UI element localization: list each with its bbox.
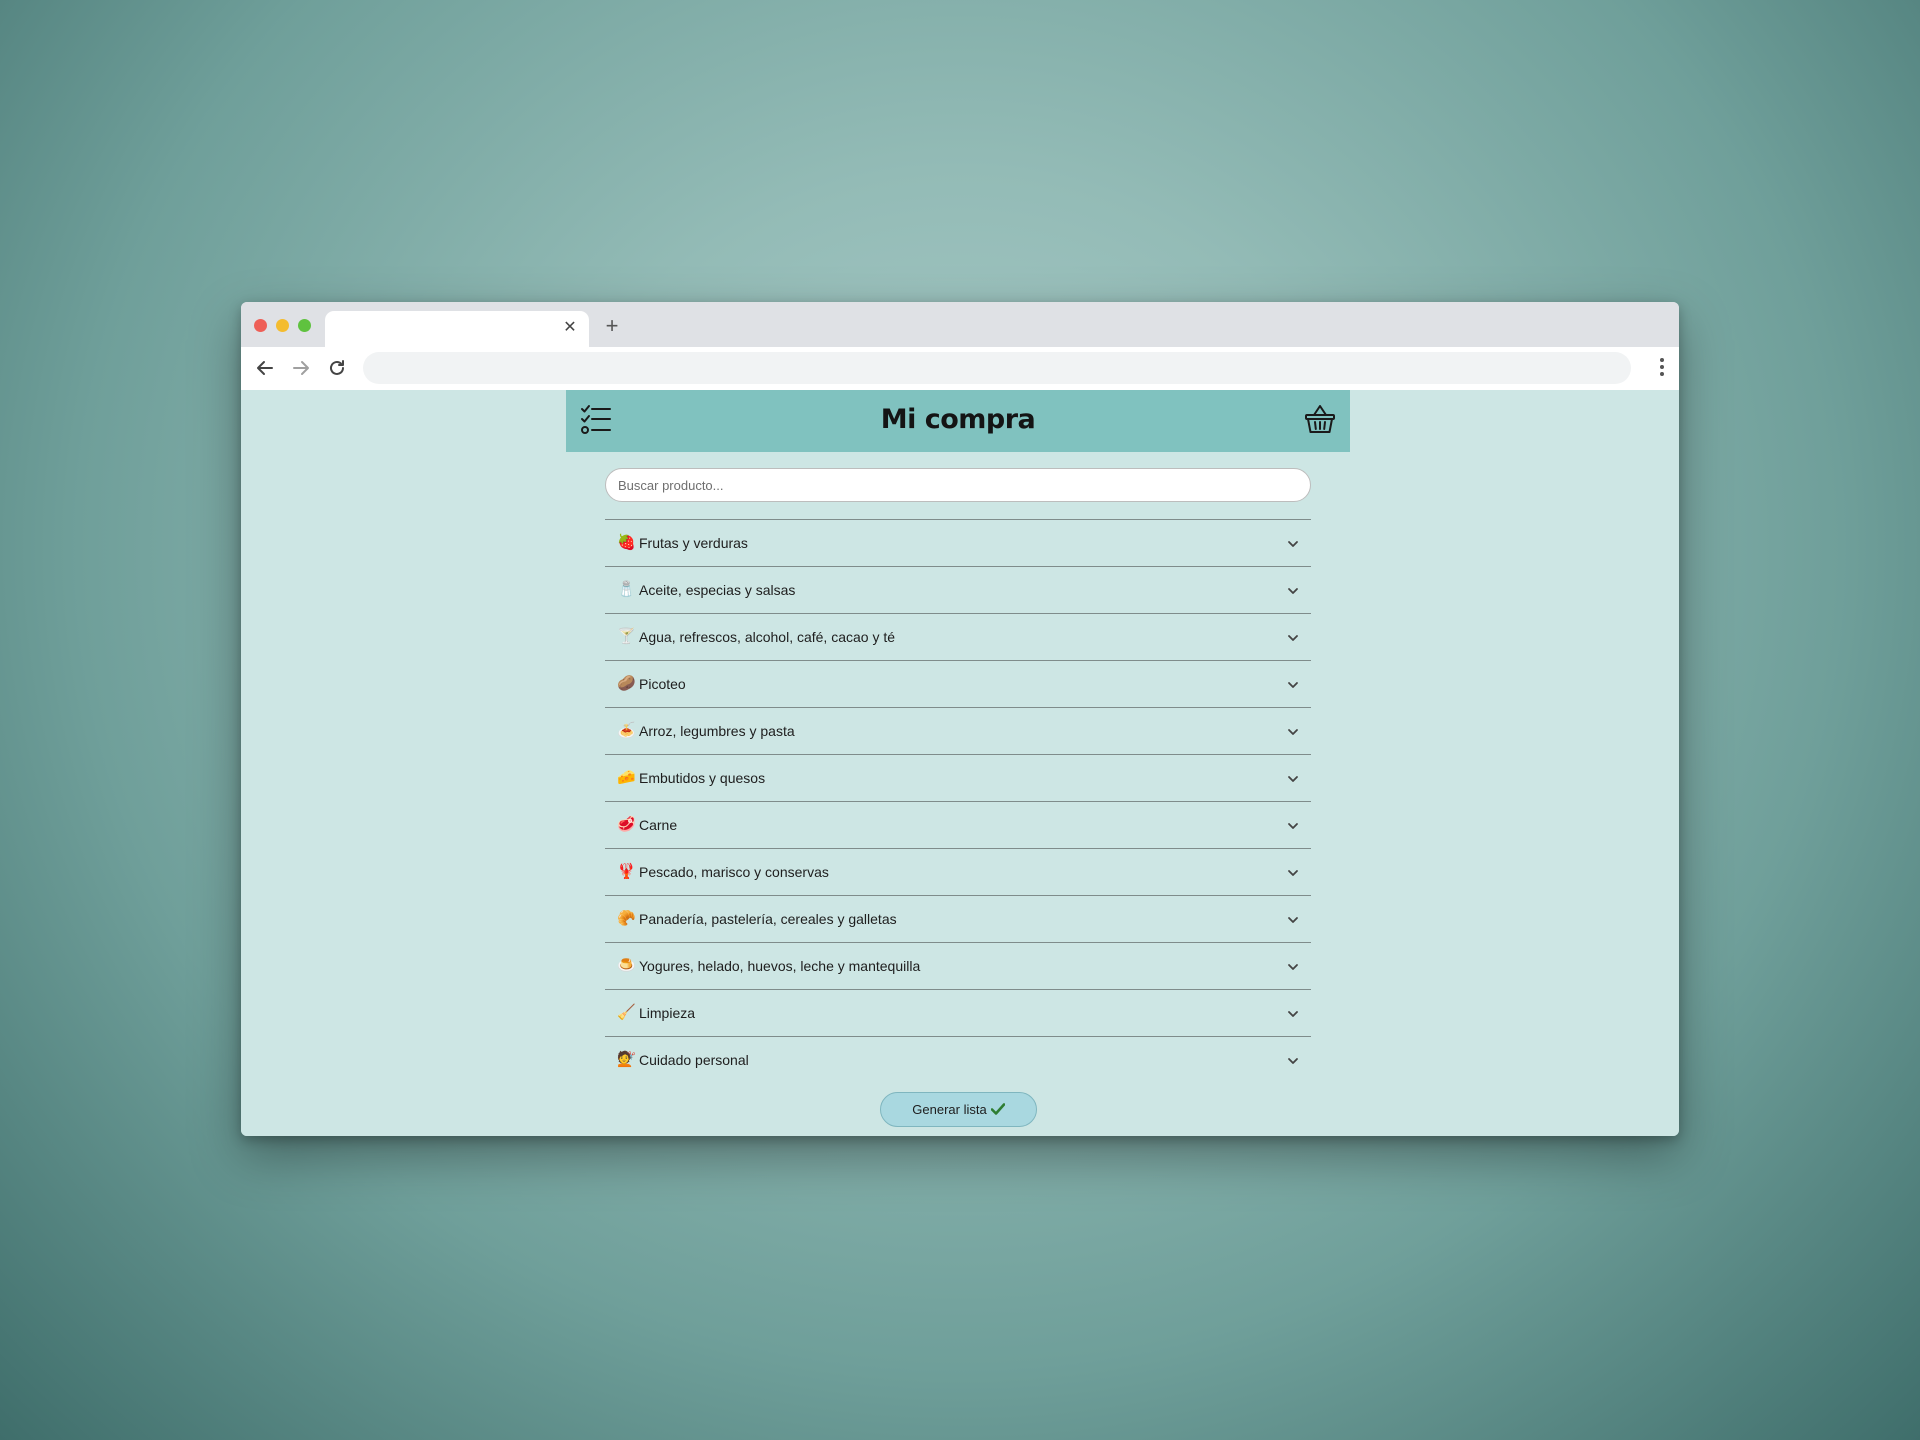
chevron-down-icon[interactable] xyxy=(1287,584,1299,596)
category-icon: 🍮 xyxy=(617,957,636,974)
category-row[interactable]: 🍓 Frutas y verduras xyxy=(605,519,1311,566)
category-row[interactable]: 🧂 Aceite, especias y salsas xyxy=(605,566,1311,613)
chevron-down-icon[interactable] xyxy=(1287,772,1299,784)
category-icon: 🍝 xyxy=(617,722,636,739)
category-label: Yogures, helado, huevos, leche y mantequ… xyxy=(639,958,921,974)
check-icon xyxy=(990,1094,1006,1115)
tab-close-icon[interactable]: ✕ xyxy=(561,319,579,337)
category-row[interactable]: 🥐 Panadería, pastelería, cereales y galle… xyxy=(605,895,1311,942)
category-row[interactable]: 🥔 Picoteo xyxy=(605,660,1311,707)
reload-icon[interactable] xyxy=(326,357,348,379)
page-viewport: Mi compra 🍓Frutas y verduras🧂Aceite, esp… xyxy=(241,390,1679,1136)
chevron-down-icon[interactable] xyxy=(1287,537,1299,549)
generate-list-label: Generar lista xyxy=(912,1102,987,1117)
category-icon: 🍓 xyxy=(617,534,636,551)
category-icon: 🥔 xyxy=(617,675,636,692)
category-label: Limpieza xyxy=(639,1005,696,1021)
chevron-down-icon[interactable] xyxy=(1287,631,1299,643)
category-row[interactable]: 🥩 Carne xyxy=(605,801,1311,848)
category-row[interactable]: 🍝 Arroz, legumbres y pasta xyxy=(605,707,1311,754)
category-icon: 🧀 xyxy=(617,769,636,786)
chevron-down-icon[interactable] xyxy=(1287,725,1299,737)
category-icon: 🧂 xyxy=(617,581,636,598)
new-tab-button[interactable]: + xyxy=(601,315,623,337)
generate-list-button[interactable]: Generar lista xyxy=(880,1092,1037,1127)
category-label: Pescado, marisco y conservas xyxy=(639,864,829,880)
basket-icon[interactable] xyxy=(1304,403,1336,435)
category-label: Arroz, legumbres y pasta xyxy=(639,723,795,739)
chevron-down-icon[interactable] xyxy=(1287,1007,1299,1019)
category-label: Agua, refrescos, alcohol, café, cacao y … xyxy=(639,629,896,645)
category-row[interactable]: 🦞 Pescado, marisco y conservas xyxy=(605,848,1311,895)
category-list: 🍓 Frutas y verduras 🧂 Aceite, especias y sa… xyxy=(605,519,1311,1083)
chevron-down-icon[interactable] xyxy=(1287,819,1299,831)
app-header: Mi compra xyxy=(566,390,1350,452)
chevron-down-icon[interactable] xyxy=(1287,678,1299,690)
close-window-button[interactable] xyxy=(254,319,267,332)
search-input[interactable] xyxy=(605,468,1311,502)
chevron-down-icon[interactable] xyxy=(1287,1054,1299,1066)
minimize-window-button[interactable] xyxy=(276,319,289,332)
category-icon: 🥩 xyxy=(617,816,636,833)
category-label: Panadería, pastelería, cereales y gallet… xyxy=(639,911,897,927)
category-row[interactable]: 💇 Cuidado personal xyxy=(605,1036,1311,1083)
category-label: Cuidado personal xyxy=(639,1052,749,1068)
category-label: Embutidos y quesos xyxy=(639,770,766,786)
page-title: Mi compra xyxy=(880,404,1036,435)
category-label: Picoteo xyxy=(639,676,686,692)
chevron-down-icon[interactable] xyxy=(1287,913,1299,925)
category-icon: 💇 xyxy=(617,1051,636,1068)
forward-arrow-icon[interactable] xyxy=(290,357,312,379)
chevron-down-icon[interactable] xyxy=(1287,960,1299,972)
more-menu-icon[interactable] xyxy=(1659,358,1665,378)
category-icon: 🦞 xyxy=(617,863,636,880)
category-row[interactable]: 🍸 Agua, refrescos, alcohol, café, cacao y… xyxy=(605,613,1311,660)
back-arrow-icon[interactable] xyxy=(254,357,276,379)
category-label: Frutas y verduras xyxy=(639,535,748,551)
address-bar[interactable] xyxy=(363,352,1631,384)
maximize-window-button[interactable] xyxy=(298,319,311,332)
category-label: Carne xyxy=(639,817,678,833)
category-icon: 🥐 xyxy=(617,910,636,927)
category-row[interactable]: 🍮 Yogures, helado, huevos, leche y manteq… xyxy=(605,942,1311,989)
chevron-down-icon[interactable] xyxy=(1287,866,1299,878)
browser-toolbar xyxy=(241,347,1679,390)
category-row[interactable]: 🧹 Limpieza xyxy=(605,989,1311,1036)
category-row[interactable]: 🧀 Embutidos y quesos xyxy=(605,754,1311,801)
browser-window: ✕ + Mi compra Buscar producto... 🍓 Fruta… xyxy=(241,302,1679,1136)
category-icon: 🍸 xyxy=(617,628,636,645)
category-icon: 🧹 xyxy=(617,1004,636,1021)
browser-titlebar: ✕ + xyxy=(241,302,1679,348)
browser-tab[interactable]: ✕ xyxy=(325,311,589,348)
category-label: Aceite, especias y salsas xyxy=(639,582,796,598)
